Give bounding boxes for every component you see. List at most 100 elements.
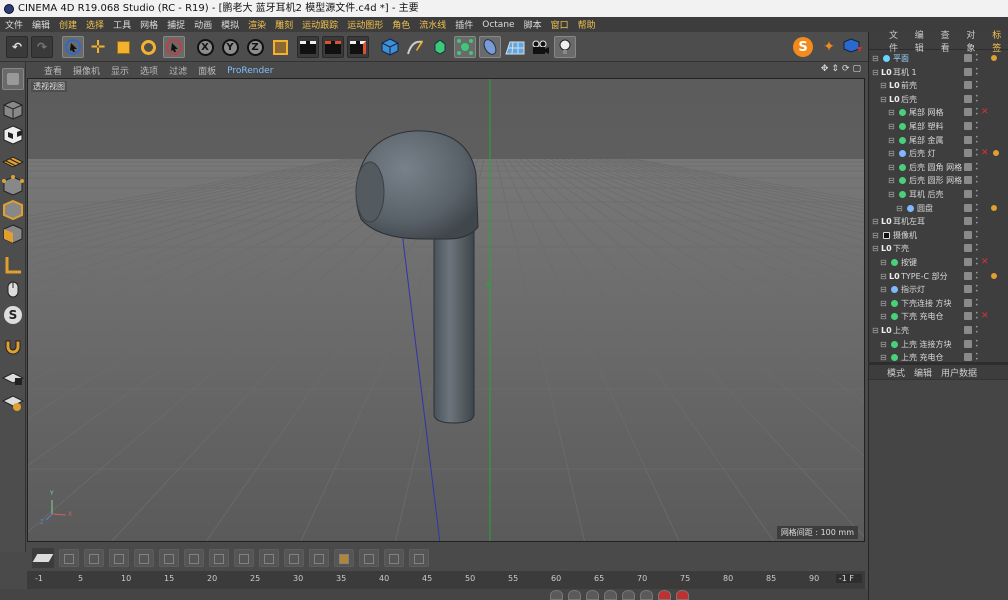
recent-tool-button[interactable] xyxy=(163,36,185,58)
visibility-dots-icon[interactable]: • • xyxy=(975,161,979,173)
object-row[interactable]: ⊟ 后壳 圆形 网格 • • xyxy=(869,174,1008,187)
grid-snap-button[interactable] xyxy=(1,391,25,413)
expand-toggle-icon[interactable]: ⊟ xyxy=(880,297,887,310)
object-manager-tab[interactable]: 标签 xyxy=(992,28,1008,54)
menu-item[interactable]: 模拟 xyxy=(221,18,239,31)
pan-icon[interactable]: ✥ xyxy=(821,64,829,74)
object-name[interactable]: 耳机 后壳 xyxy=(909,188,944,201)
object-manager-tab[interactable]: 编辑 xyxy=(915,28,931,54)
layer-checkbox[interactable] xyxy=(964,298,972,307)
viewport-menu-item[interactable]: 面板 xyxy=(198,64,216,77)
expand-toggle-icon[interactable]: ⊟ xyxy=(880,79,887,92)
menu-item[interactable]: 文件 xyxy=(5,18,23,31)
object-row[interactable]: ⊟ 下壳 充电仓 • • ✕ xyxy=(869,310,1008,323)
visibility-dots-icon[interactable]: • • xyxy=(975,284,979,295)
visibility-dots-icon[interactable]: • • xyxy=(975,243,979,254)
visibility-dots-icon[interactable]: • • xyxy=(975,338,979,350)
disabled-x-icon[interactable]: ✕ xyxy=(981,256,989,269)
expand-toggle-icon[interactable]: ⊟ xyxy=(888,147,895,160)
snap-button[interactable]: S xyxy=(2,304,24,326)
menu-item[interactable]: 动画 xyxy=(194,18,212,31)
expand-toggle-icon[interactable]: ⊟ xyxy=(880,93,887,106)
play-forward-button[interactable] xyxy=(604,590,617,600)
render-settings-button[interactable] xyxy=(347,36,369,58)
expand-toggle-icon[interactable]: ⊟ xyxy=(872,66,879,79)
menu-item[interactable]: 角色 xyxy=(392,18,410,31)
object-name[interactable]: 尾部 网格 xyxy=(909,106,944,119)
menu-item[interactable]: 脚本 xyxy=(524,18,542,31)
disabled-x-icon[interactable]: ✕ xyxy=(981,310,989,323)
object-row[interactable]: ⊟ L0 下壳 • • xyxy=(869,242,1008,255)
bevel-button[interactable] xyxy=(159,549,179,567)
array-button[interactable] xyxy=(454,36,476,58)
menu-item[interactable]: 网格 xyxy=(140,18,158,31)
layer-checkbox[interactable] xyxy=(964,244,972,253)
expand-toggle-icon[interactable]: ⊟ xyxy=(888,134,895,147)
object-name[interactable]: 上壳 xyxy=(893,324,909,337)
deformer-button[interactable] xyxy=(479,36,501,58)
light-button[interactable] xyxy=(554,36,576,58)
object-row[interactable]: ⊟ 尾部 塑料 • • xyxy=(869,120,1008,133)
menu-item[interactable]: 窗口 xyxy=(551,18,569,31)
coordinate-system-button[interactable] xyxy=(269,36,291,58)
object-name[interactable]: 耳机左耳 xyxy=(893,215,925,228)
object-manager-tab[interactable]: 查看 xyxy=(941,28,957,54)
viewport-menu-item[interactable]: 摄像机 xyxy=(73,64,100,77)
visibility-dots-icon[interactable]: • • xyxy=(975,53,979,64)
expand-toggle-icon[interactable]: ⊟ xyxy=(880,310,887,323)
menu-item[interactable]: 编辑 xyxy=(32,18,50,31)
visibility-dots-icon[interactable]: • • xyxy=(975,121,979,132)
visibility-dots-icon[interactable]: • • xyxy=(975,202,979,214)
viewport-menu-item[interactable]: 选项 xyxy=(140,64,158,77)
object-row[interactable]: ⊟ L0 上壳 • • xyxy=(869,324,1008,337)
attribute-tab[interactable]: 用户数据 xyxy=(941,366,977,379)
layer-checkbox[interactable] xyxy=(964,217,972,226)
menu-item[interactable]: 选择 xyxy=(86,18,104,31)
expand-toggle-icon[interactable]: ⊟ xyxy=(880,270,887,283)
visibility-dots-icon[interactable]: • • xyxy=(975,311,979,322)
menu-item[interactable]: Octane xyxy=(482,20,514,30)
camera-button[interactable] xyxy=(529,36,551,58)
visibility-dots-icon[interactable]: • • xyxy=(975,148,979,159)
layer-checkbox[interactable] xyxy=(964,271,972,280)
object-name[interactable]: 圆盘 xyxy=(917,202,933,215)
next-key-button[interactable] xyxy=(622,590,635,600)
knife-button[interactable] xyxy=(59,549,79,567)
expand-toggle-icon[interactable]: ⊟ xyxy=(872,215,879,228)
object-row[interactable]: ⊟ 后壳 灯 • • ✕ xyxy=(869,147,1008,160)
points-mode-button[interactable] xyxy=(2,175,24,197)
layer-checkbox[interactable] xyxy=(964,203,972,212)
record-button[interactable] xyxy=(658,590,671,600)
tag-icon[interactable] xyxy=(991,55,997,61)
extrude-inner-button[interactable] xyxy=(134,549,154,567)
maximize-icon[interactable]: ▢ xyxy=(852,64,861,74)
object-name[interactable]: 下壳 xyxy=(893,242,909,255)
magnet-button[interactable] xyxy=(2,335,24,357)
floor-shortcut-button[interactable] xyxy=(32,548,54,568)
visibility-dots-icon[interactable]: • • xyxy=(975,175,979,186)
layer-checkbox[interactable] xyxy=(964,54,972,62)
visibility-dots-icon[interactable]: • • xyxy=(975,107,979,118)
layer-checkbox[interactable] xyxy=(964,190,972,198)
object-row[interactable]: ⊟ 平面 • • xyxy=(869,52,1008,65)
object-row[interactable]: ⊟ 圆盘 • • xyxy=(869,202,1008,215)
layer-checkbox[interactable] xyxy=(964,326,972,334)
object-name[interactable]: 后壳 灯 xyxy=(909,147,936,160)
polygons-mode-button[interactable] xyxy=(2,223,24,245)
layer-checkbox[interactable] xyxy=(964,258,972,266)
expand-toggle-icon[interactable]: ⊟ xyxy=(888,120,895,133)
disabled-x-icon[interactable]: ✕ xyxy=(981,147,989,160)
expand-toggle-icon[interactable]: ⊟ xyxy=(880,338,887,351)
viewport-menu-item[interactable]: 查看 xyxy=(44,64,62,77)
menu-item[interactable]: 捕捉 xyxy=(167,18,185,31)
play-backward-button[interactable] xyxy=(586,590,599,600)
edges-mode-button[interactable] xyxy=(2,199,24,221)
polygon-pen-button[interactable] xyxy=(409,549,429,567)
extrude-button[interactable] xyxy=(109,549,129,567)
expand-toggle-icon[interactable]: ⊟ xyxy=(872,229,879,242)
object-name[interactable]: 摄像机 xyxy=(893,229,917,242)
move-button[interactable]: ✛ xyxy=(87,36,109,58)
floor-button[interactable] xyxy=(504,36,526,58)
object-row[interactable]: ⊟ 下壳连接 方块 • • xyxy=(869,297,1008,310)
object-name[interactable]: 上壳 连接方块 xyxy=(901,338,952,351)
